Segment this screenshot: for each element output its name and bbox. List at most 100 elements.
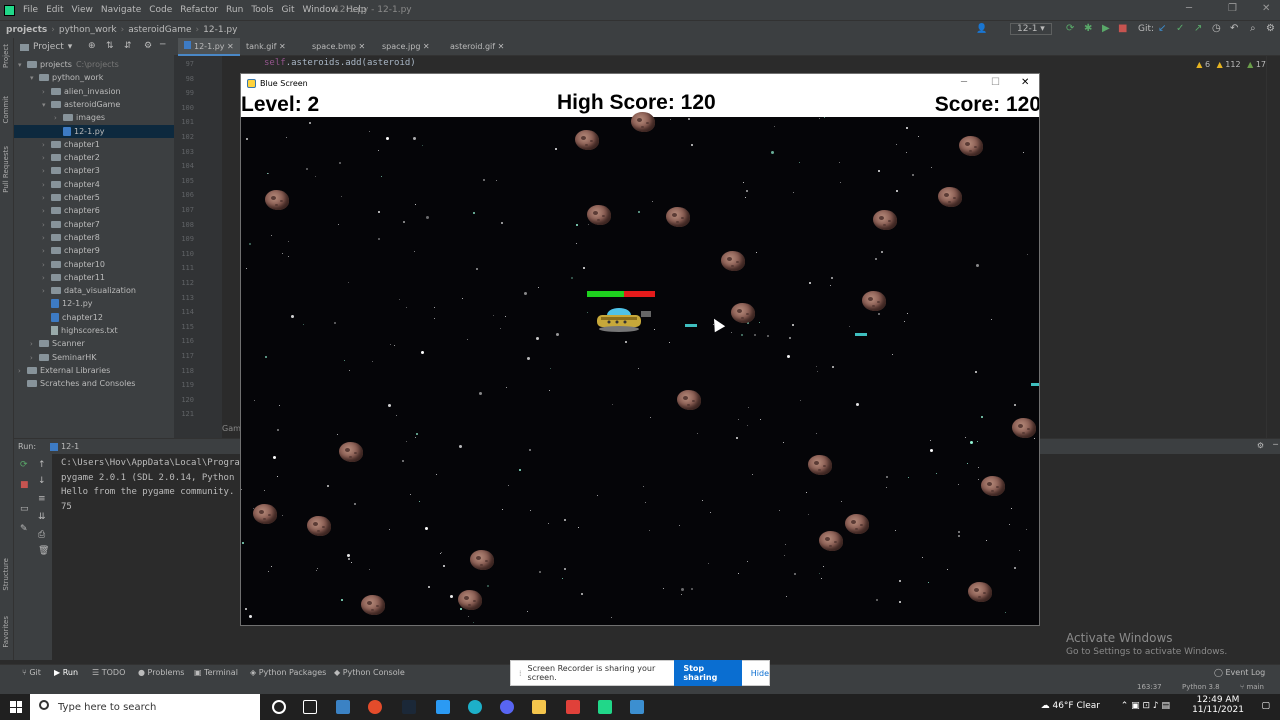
structure-tool-tab[interactable]: Structure xyxy=(2,558,10,591)
project-view-select[interactable]: Project xyxy=(33,42,64,52)
project-tool-tab[interactable]: Project xyxy=(2,44,10,68)
tree-item[interactable]: highscores.txt xyxy=(14,324,174,337)
breadcrumb-asteroidgame[interactable]: asteroidGame xyxy=(128,25,191,35)
pycharm-icon[interactable] xyxy=(598,700,612,714)
notifications-icon[interactable]: ▢ xyxy=(1261,701,1270,711)
restore-icon[interactable]: ❐ xyxy=(1228,3,1237,14)
maximize-icon[interactable]: ☐ xyxy=(991,77,1000,88)
tree-item[interactable]: 12-1.py xyxy=(14,297,174,310)
menu-navigate[interactable]: Navigate xyxy=(101,5,141,15)
rerun-icon[interactable]: ⟳ xyxy=(20,460,28,470)
chevron-right-icon[interactable]: › xyxy=(42,272,51,285)
user-icon[interactable]: 👤 xyxy=(976,24,987,34)
taskbar-search-input[interactable]: Type here to search xyxy=(30,694,260,720)
tree-item[interactable]: › chapter3 xyxy=(14,164,174,177)
app-icon[interactable] xyxy=(436,700,450,714)
tab-python-console[interactable]: ◆ Python Console xyxy=(334,668,405,677)
right-scroll-strip[interactable] xyxy=(1266,56,1280,438)
chevron-down-icon[interactable]: ▾ xyxy=(42,99,51,112)
git-commit-icon[interactable]: ✓ xyxy=(1176,23,1184,34)
inspection-widget[interactable]: ▲ 6 ▲ 112 ▲ 17 xyxy=(1196,60,1266,69)
close-icon[interactable]: ✕ xyxy=(1021,77,1029,88)
tree-item[interactable]: › alien_invasion xyxy=(14,85,174,98)
tab-python-packages[interactable]: ◈ Python Packages xyxy=(250,668,326,677)
rerun-icon[interactable]: ⟳ xyxy=(1066,23,1074,34)
hide-button[interactable]: Hide xyxy=(751,669,769,678)
scroll-to-end-icon[interactable]: ⇊ xyxy=(38,512,46,522)
chevron-right-icon[interactable]: › xyxy=(30,352,39,365)
discord-icon[interactable] xyxy=(500,700,514,714)
tray-icons[interactable]: ⌃ ▣ ⊡ ♪ ▤ xyxy=(1121,701,1170,711)
menu-file[interactable]: File xyxy=(23,5,38,15)
chevron-right-icon[interactable]: › xyxy=(42,165,51,178)
history-icon[interactable]: ◷ xyxy=(1212,23,1221,34)
down-arrow-icon[interactable]: ↓ xyxy=(38,476,46,486)
tree-item[interactable]: Scratches and Consoles xyxy=(14,377,174,390)
tab-run[interactable]: ▶ Run xyxy=(54,668,78,677)
commit-tool-tab[interactable]: Commit xyxy=(2,96,10,124)
menu-view[interactable]: View xyxy=(72,5,93,15)
git-update-icon[interactable]: ↙ xyxy=(1158,23,1166,34)
minimize-icon[interactable]: ─ xyxy=(961,77,967,88)
breadcrumb-file[interactable]: 12-1.py xyxy=(203,25,237,35)
tab-12-1-py[interactable]: 12-1.py ✕ xyxy=(178,38,240,56)
soft-wrap-icon[interactable]: ≡ xyxy=(38,494,46,504)
chevron-right-icon[interactable]: › xyxy=(42,259,51,272)
pygame-window-icon[interactable] xyxy=(630,700,644,714)
locate-icon[interactable]: ⊕ xyxy=(88,41,96,51)
close-icon[interactable]: ✕ xyxy=(1262,3,1270,14)
tree-item[interactable]: › data_visualization xyxy=(14,284,174,297)
pull-requests-tool-tab[interactable]: Pull Requests xyxy=(2,146,10,193)
hide-panel-icon[interactable]: ─ xyxy=(160,40,165,50)
settings-icon[interactable]: ⚙ xyxy=(1266,23,1275,34)
breadcrumb-python-work[interactable]: python_work xyxy=(59,25,117,35)
menu-refactor[interactable]: Refactor xyxy=(180,5,218,15)
tree-item[interactable]: › chapter2 xyxy=(14,151,174,164)
screen-recorder-icon[interactable] xyxy=(566,700,580,714)
git-push-icon[interactable]: ↗ xyxy=(1194,23,1202,34)
space-background[interactable] xyxy=(241,112,1039,625)
git-branch[interactable]: ⑂ main xyxy=(1240,683,1264,691)
caret-position[interactable]: 163:37 xyxy=(1137,683,1162,691)
gear-icon[interactable]: ⚙ xyxy=(144,41,152,51)
coverage-icon[interactable]: ▶ xyxy=(1102,23,1110,34)
tab-space-jpg[interactable]: space.jpg ✕ xyxy=(376,38,436,56)
favorites-tool-tab[interactable]: Favorites xyxy=(2,616,10,648)
tab-terminal[interactable]: ▣ Terminal xyxy=(194,668,238,677)
tree-item[interactable]: › Scanner xyxy=(14,337,174,350)
tab-git[interactable]: ⑂ Git xyxy=(22,668,41,677)
chevron-right-icon[interactable]: › xyxy=(42,179,51,192)
tree-item[interactable]: › chapter9 xyxy=(14,244,174,257)
print-icon[interactable]: ⎙ xyxy=(38,530,45,540)
chevron-right-icon[interactable]: › xyxy=(42,219,51,232)
chevron-right-icon[interactable]: › xyxy=(42,86,51,99)
chevron-down-icon[interactable]: ▾ xyxy=(18,59,27,72)
clock[interactable]: 12:49 AM 11/11/2021 xyxy=(1188,695,1248,715)
breadcrumb-projects[interactable]: projects xyxy=(6,25,47,35)
drag-handle-icon[interactable]: ⁞ xyxy=(519,669,522,678)
tree-item[interactable]: › images xyxy=(14,111,174,124)
minimize-icon[interactable]: ─ xyxy=(1186,3,1192,14)
tree-item[interactable]: › chapter8 xyxy=(14,231,174,244)
chrome-icon[interactable] xyxy=(368,700,382,714)
menu-tools[interactable]: Tools xyxy=(251,5,273,15)
chevron-down-icon[interactable]: ▾ xyxy=(30,72,39,85)
pin-icon[interactable]: ✎ xyxy=(20,524,28,534)
gear-icon[interactable]: ⚙ xyxy=(1257,441,1264,450)
chevron-right-icon[interactable]: › xyxy=(42,232,51,245)
search-everywhere-icon[interactable]: ⌕ xyxy=(1250,23,1256,34)
tab-space-bmp[interactable]: space.bmp ✕ xyxy=(306,38,371,56)
chevron-right-icon[interactable]: › xyxy=(30,338,39,351)
tree-item[interactable]: 12-1.py xyxy=(14,124,174,138)
up-arrow-icon[interactable]: ↑ xyxy=(38,460,46,470)
tree-item[interactable]: › chapter4 xyxy=(14,178,174,191)
tab-problems[interactable]: ● Problems xyxy=(138,668,184,677)
tab-asteroid-gif[interactable]: asteroid.gif ✕ xyxy=(444,38,510,56)
run-tab[interactable]: 12-1 xyxy=(61,442,79,451)
chevron-down-icon[interactable]: ▾ xyxy=(68,42,73,52)
file-explorer-icon[interactable] xyxy=(532,700,546,714)
steam-icon[interactable] xyxy=(402,700,416,714)
event-log[interactable]: ◯ Event Log xyxy=(1214,668,1265,677)
menu-run[interactable]: Run xyxy=(226,5,243,15)
edge-icon[interactable] xyxy=(468,700,482,714)
